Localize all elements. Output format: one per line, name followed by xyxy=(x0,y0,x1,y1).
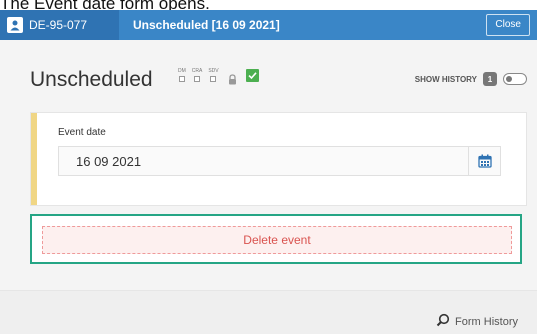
event-date-value: 16 09 2021 xyxy=(76,154,142,169)
flag-cra[interactable]: CRA xyxy=(192,68,202,82)
calendar-icon[interactable] xyxy=(468,147,500,175)
subject-tab[interactable]: DE-95-077 xyxy=(0,10,119,40)
form-history-link[interactable]: Form History xyxy=(436,313,518,330)
checkmark-icon[interactable] xyxy=(245,69,259,82)
flag-dm[interactable]: DM xyxy=(178,68,186,82)
footer: Form History xyxy=(0,290,537,334)
top-bar: DE-95-077 Unscheduled [16 09 2021] Close xyxy=(0,10,537,40)
delete-event-panel: Delete event xyxy=(30,214,522,264)
event-date-label: Event date xyxy=(58,127,106,138)
flag-sdv[interactable]: SDV xyxy=(208,68,219,82)
close-button[interactable]: Close xyxy=(486,14,530,36)
show-history-label: SHOW HISTORY xyxy=(414,74,477,84)
user-avatar-icon xyxy=(7,17,23,33)
delete-event-button[interactable]: Delete event xyxy=(42,226,512,254)
event-title: Unscheduled xyxy=(30,68,153,91)
event-date-field[interactable]: 16 09 2021 xyxy=(58,146,501,176)
show-history-toggle[interactable] xyxy=(503,73,527,85)
form-history-label: Form History xyxy=(455,315,518,328)
form-content: Unscheduled DM CRA SDV SHOW HISTORY 1 Ev… xyxy=(0,40,537,290)
history-count-badge: 1 xyxy=(483,72,497,86)
show-history: SHOW HISTORY 1 xyxy=(415,72,527,86)
lock-icon[interactable] xyxy=(227,72,238,85)
card-accent xyxy=(31,113,37,205)
status-flags: DM CRA SDV xyxy=(178,68,259,85)
event-date-card: Event date 16 09 2021 xyxy=(30,112,527,206)
search-icon xyxy=(436,313,450,330)
subject-id: DE-95-077 xyxy=(29,18,88,32)
event-tab-title[interactable]: Unscheduled [16 09 2021] xyxy=(133,10,280,40)
